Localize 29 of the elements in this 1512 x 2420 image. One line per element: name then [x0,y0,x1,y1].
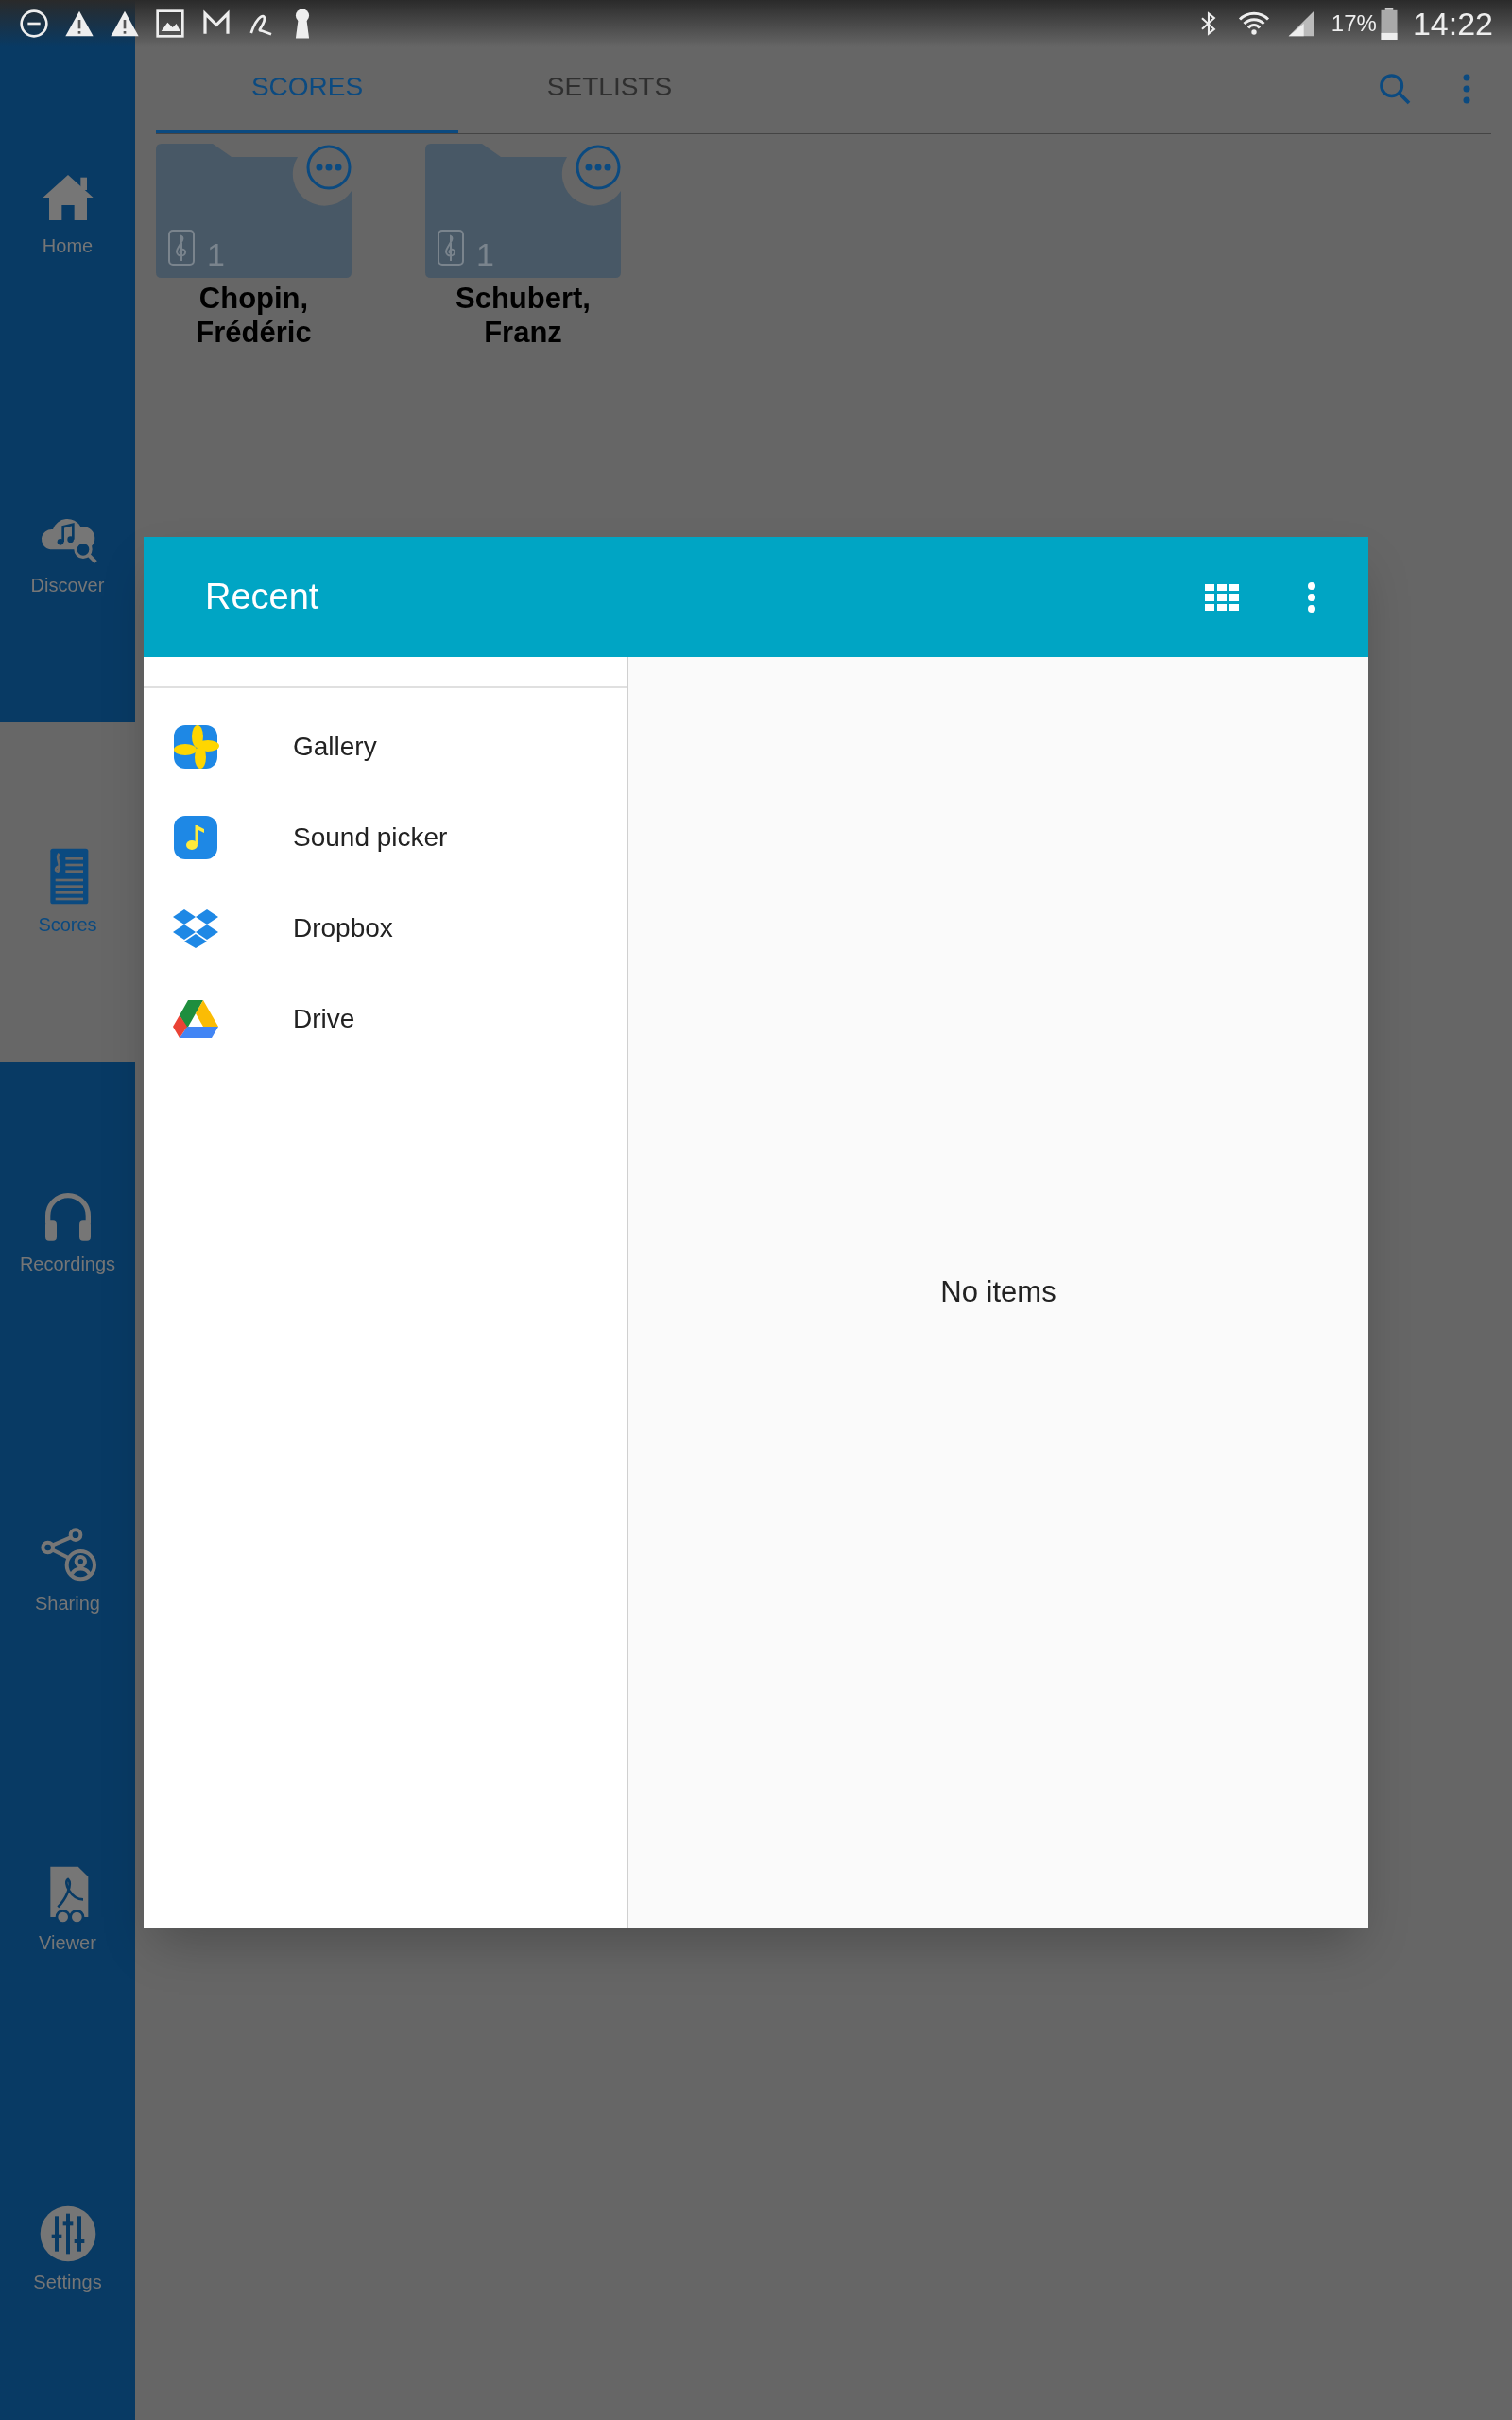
flower-icon [172,723,219,770]
more-options-icon[interactable] [575,144,622,191]
music-note-icon [172,814,219,861]
root-item[interactable]: Dropbox [144,883,627,974]
grid-view-icon[interactable] [1205,583,1239,611]
clock-time: 14:22 [1412,4,1493,43]
do-not-disturb-icon [19,9,49,39]
battery-icon [1380,8,1398,40]
treble-clef-icon [437,229,465,267]
root-item[interactable]: Gallery [144,701,627,792]
folder-icon [425,144,621,278]
tab[interactable]: SCORES [156,43,458,133]
battery-percent: 17% [1331,9,1377,38]
image-icon [155,9,185,39]
folder-name: Chopin, Frédéric [195,282,313,350]
sidebar-item[interactable]: Scores [0,722,135,1062]
root-item[interactable]: Drive [144,974,627,1064]
root-item[interactable]: Sound picker [144,792,627,883]
folder-name: Schubert, Franz [455,282,592,350]
folder-icon [156,144,352,278]
more-options-icon[interactable] [1307,580,1316,614]
empty-message: No items [940,1274,1057,1311]
drive-icon [172,998,219,1040]
more-options-icon[interactable] [305,144,352,191]
dialog-title: Recent [205,576,319,618]
tab[interactable]: SETLISTS [458,43,761,133]
dropbox-icon [172,908,219,949]
more-options-icon[interactable] [1461,72,1472,105]
treble-clef-icon [167,229,196,267]
